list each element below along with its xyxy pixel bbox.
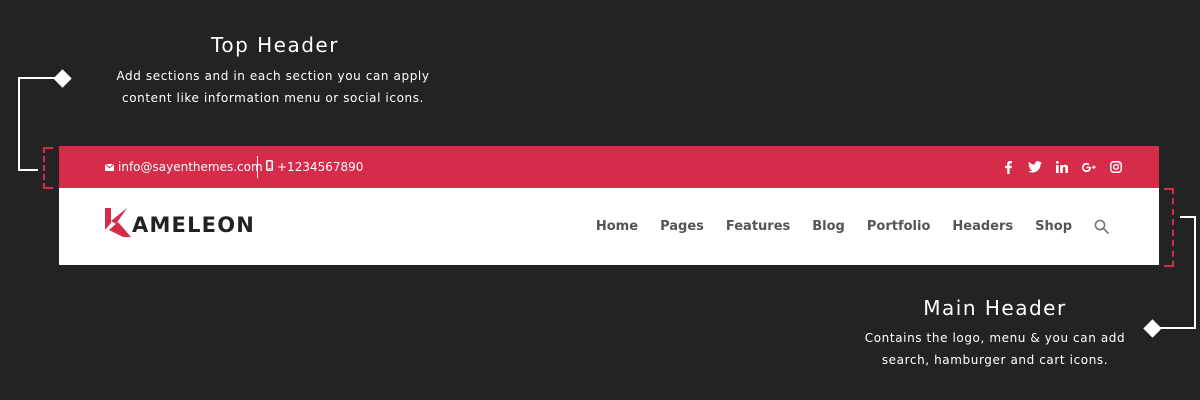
google-plus-icon[interactable] [1082, 162, 1096, 173]
nav-portfolio[interactable]: Portfolio [867, 219, 931, 234]
nav-blog[interactable]: Blog [812, 219, 845, 234]
mobile-phone-icon [266, 160, 273, 174]
envelope-icon [104, 160, 115, 174]
main-header-annotation-description: Contains the logo, menu & you can add se… [830, 327, 1160, 371]
contact-email[interactable]: info@sayenthemes.com [104, 146, 263, 188]
top-header-description-line: Add sections and in each section you can… [116, 69, 430, 83]
top-header-annotation-title: Top Header [211, 33, 339, 57]
logo-text: AMELEON [132, 213, 256, 237]
top-connector-diamond [53, 69, 72, 88]
linkedin-icon[interactable] [1055, 161, 1069, 173]
nav-features[interactable]: Features [726, 219, 790, 234]
top-header-bar: info@sayenthemes.com +1234567890 [59, 146, 1159, 188]
nav-shop[interactable]: Shop [1035, 219, 1072, 234]
nav-home[interactable]: Home [596, 219, 638, 234]
main-header-annotation-title: Main Header [923, 296, 1067, 320]
top-connector-vertical [18, 77, 20, 171]
main-connector-vertical [1194, 216, 1196, 329]
contact-divider [257, 156, 258, 178]
twitter-icon[interactable] [1028, 161, 1042, 173]
top-header-description-line: content like information menu or social … [122, 91, 424, 105]
kameleon-logo-icon [105, 208, 131, 242]
social-icons [1001, 146, 1123, 188]
top-connector-foot [18, 169, 38, 171]
top-header-annotation-description: Add sections and in each section you can… [98, 65, 448, 109]
contact-phone[interactable]: +1234567890 [266, 146, 363, 188]
contact-email-text: info@sayenthemes.com [118, 160, 263, 174]
nav-pages[interactable]: Pages [660, 219, 704, 234]
site-header-preview: info@sayenthemes.com +1234567890 AMELEON… [59, 146, 1159, 265]
main-navigation: Home Pages Features Blog Portfolio Heade… [596, 188, 1109, 265]
main-header-description-line: Contains the logo, menu & you can add [864, 331, 1126, 345]
search-icon[interactable] [1094, 219, 1109, 234]
main-header-description-line: search, hamburger and cart icons. [881, 353, 1109, 367]
top-header-bracket [43, 147, 53, 189]
instagram-icon[interactable] [1109, 161, 1123, 173]
site-logo[interactable]: AMELEON [105, 208, 256, 242]
nav-headers[interactable]: Headers [952, 219, 1013, 234]
main-header-bar: AMELEON Home Pages Features Blog Portfol… [59, 188, 1159, 265]
contact-phone-text: +1234567890 [277, 160, 364, 174]
main-header-bracket [1164, 188, 1174, 267]
facebook-icon[interactable] [1001, 160, 1015, 174]
